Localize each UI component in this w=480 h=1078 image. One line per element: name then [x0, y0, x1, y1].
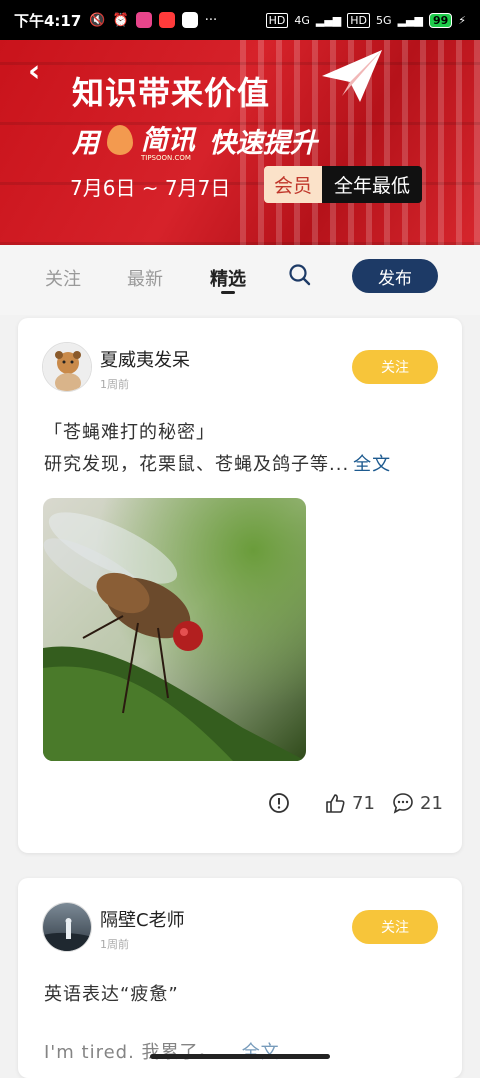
home-indicator[interactable]	[150, 1054, 330, 1059]
brand-name: 简讯	[141, 125, 195, 156]
tab-follow[interactable]: 关注	[45, 265, 81, 291]
follow-button[interactable]: 关注	[352, 350, 438, 384]
post-title: 「苍蝇难打的秘密」	[44, 422, 215, 443]
tab-bar: 关注 最新 精选 发布	[0, 245, 480, 315]
paper-plane-icon	[322, 50, 382, 102]
promo-banner[interactable]: ‹ 知识带来价值 用 简讯 TIPSOON.COM 快速提升 7月6日 ~ 7月…	[0, 40, 480, 245]
read-more-link[interactable]: 全文	[242, 1042, 280, 1063]
status-time: 下午4:17	[14, 11, 82, 30]
comment-icon	[393, 793, 413, 814]
banner-date: 7月6日 ~ 7月7日	[70, 176, 231, 200]
battery-indicator: 99	[428, 12, 453, 28]
like-button[interactable]: 71	[324, 792, 375, 814]
post-excerpt: I'm tired. 我累了。...	[44, 1042, 238, 1063]
avatar[interactable]	[42, 342, 92, 392]
comment-count: 21	[420, 792, 443, 814]
hd-badge-2: HD	[347, 12, 371, 28]
alarm-icon: ⏰	[112, 12, 129, 28]
banner-subtitle: 用 简讯 TIPSOON.COM 快速提升	[72, 118, 317, 162]
post-title: 英语表达“疲惫”	[44, 984, 179, 1005]
like-count: 71	[352, 792, 375, 814]
banner-line2-prefix: 用	[72, 127, 99, 159]
post-image[interactable]	[43, 498, 306, 761]
follow-button[interactable]: 关注	[352, 910, 438, 944]
video-app-icon	[158, 12, 175, 28]
charging-icon: ⚡	[458, 13, 466, 27]
more-notifications-icon: ···	[204, 12, 218, 28]
network-5g: 5G	[376, 13, 392, 27]
publish-button[interactable]: 发布	[352, 259, 438, 293]
comment-button[interactable]: 21	[392, 792, 443, 814]
notes-app-icon	[181, 12, 198, 28]
post-time: 1周前	[100, 938, 129, 951]
hd-badge: HD	[265, 12, 289, 28]
app-notification-icon	[135, 12, 152, 28]
signal-icon-2: ▂▄▆	[397, 13, 423, 27]
post-time: 1周前	[100, 378, 129, 391]
report-button[interactable]	[268, 792, 290, 814]
brand-logo-icon	[107, 125, 133, 155]
banner-member-tag: 会员 全年最低	[264, 166, 423, 203]
read-more-link[interactable]: 全文	[353, 454, 391, 475]
tab-featured[interactable]: 精选	[210, 265, 246, 291]
thumbs-up-icon	[326, 794, 345, 813]
active-tab-indicator	[221, 291, 235, 294]
post-card[interactable]: 隔壁C老师 1周前 关注 英语表达“疲惫” I'm tired. 我累了。...…	[18, 878, 462, 1078]
post-card[interactable]: 夏威夷发呆 1周前 关注 「苍蝇难打的秘密」 研究发现，花栗鼠、苍蝇及鸽子等..…	[18, 318, 462, 853]
network-4g: 4G	[294, 13, 310, 27]
status-bar: 下午4:17 🔇 ⏰ ··· HD 4G ▂▄▆ HD 5G ▂▄▆ 99 ⚡	[0, 0, 480, 40]
post-excerpt: 研究发现，花栗鼠、苍蝇及鸽子等...	[44, 454, 350, 475]
mute-icon: 🔇	[89, 12, 106, 28]
post-body: 研究发现，花栗鼠、苍蝇及鸽子等... 全文	[44, 450, 391, 476]
tab-latest[interactable]: 最新	[127, 265, 163, 291]
tag-offer: 全年最低	[322, 166, 423, 203]
tag-member: 会员	[264, 166, 323, 203]
banner-title: 知识带来价值	[72, 74, 271, 112]
alert-icon	[269, 793, 289, 813]
avatar[interactable]	[42, 902, 92, 952]
banner-line2-suffix: 快速提升	[209, 127, 317, 159]
brand-domain: TIPSOON.COM	[141, 154, 191, 162]
back-icon[interactable]: ‹	[28, 54, 40, 89]
post-body: I'm tired. 我累了。... 全文	[44, 1038, 280, 1064]
username[interactable]: 夏威夷发呆	[100, 346, 190, 372]
search-icon[interactable]	[288, 263, 312, 287]
signal-icon: ▂▄▆	[315, 13, 342, 27]
username[interactable]: 隔壁C老师	[100, 906, 185, 932]
